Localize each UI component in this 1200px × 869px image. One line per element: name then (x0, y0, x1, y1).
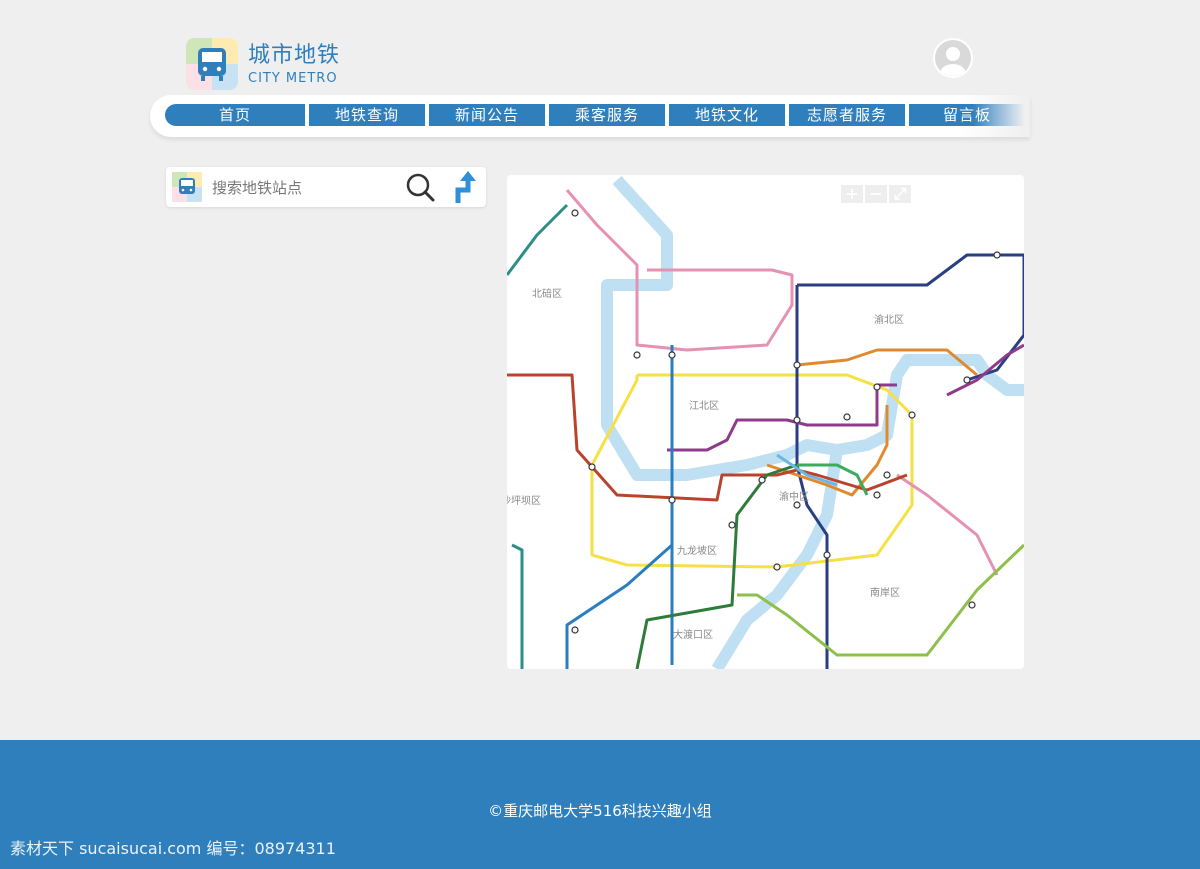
station-search-box (166, 167, 486, 207)
nav-home[interactable]: 首页 (165, 104, 305, 126)
footer-copyright: ©重庆邮电大学516科技兴趣小组 (488, 802, 712, 820)
map-fullscreen-icon[interactable]: ⤢ (889, 185, 911, 203)
nav-guestbook[interactable]: 留言板 (909, 104, 1025, 126)
metro-logo-icon (186, 38, 238, 90)
nav-metro-culture[interactable]: 地铁文化 (669, 104, 785, 126)
brand-header: 城市地铁 CITY METRO (186, 38, 340, 90)
nav-passenger-service[interactable]: 乘客服务 (549, 104, 665, 126)
metro-map[interactable]: + − ⤢ 北碚区 江北区 渝北区 沙坪坝区 渝中区 九龙坡区 南岸区 大渡口区 (507, 175, 1024, 669)
nav-volunteer[interactable]: 志愿者服务 (789, 104, 905, 126)
station-search-input[interactable] (210, 175, 394, 201)
watermark-text: 素材天下 sucaisucai.com 编号：08974311 (10, 839, 336, 858)
district-label-shapingba: 沙坪坝区 (507, 496, 541, 507)
user-avatar-icon[interactable] (933, 38, 973, 78)
route-direction-icon[interactable] (450, 170, 478, 204)
nav-metro-query[interactable]: 地铁查询 (309, 104, 425, 126)
main-nav: 首页 地铁查询 新闻公告 乘客服务 地铁文化 志愿者服务 留言板 (150, 95, 1030, 137)
search-icon[interactable] (404, 171, 436, 203)
district-label-jiulongpo: 九龙坡区 (677, 546, 717, 557)
district-label-beibei: 北碚区 (532, 289, 562, 300)
district-label-yuzhong: 渝中区 (779, 492, 809, 503)
map-zoom-in[interactable]: + (841, 185, 863, 203)
metro-small-icon (172, 172, 202, 202)
app-subtitle: CITY METRO (248, 70, 338, 86)
district-label-jiangbei: 江北区 (689, 401, 719, 412)
nav-news[interactable]: 新闻公告 (429, 104, 545, 126)
app-title: 城市地铁 (248, 42, 341, 68)
district-label-yubei: 渝北区 (874, 315, 904, 326)
district-label-nanan: 南岸区 (870, 588, 900, 599)
map-zoom-out[interactable]: − (865, 185, 887, 203)
district-label-dadukou: 大渡口区 (673, 630, 713, 641)
